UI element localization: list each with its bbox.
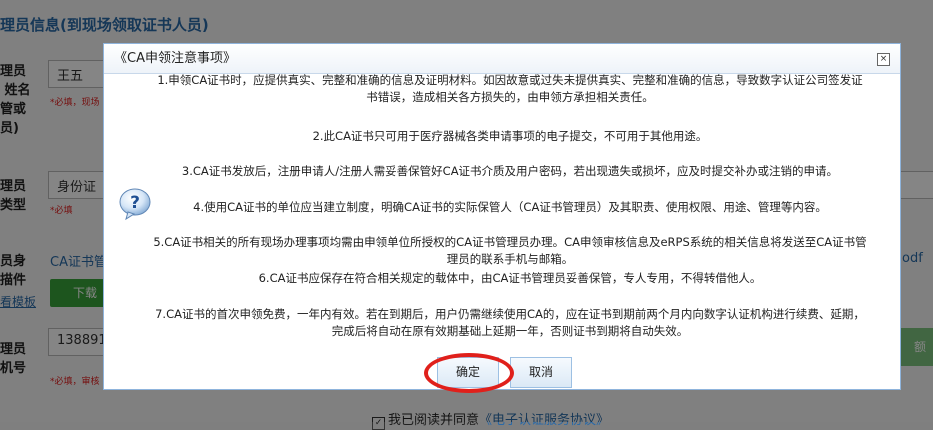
notice-item-2: 2.此CA证书只可用于医疗器械各类申请事项的电子提交，不可用于其他用途。 (312, 129, 708, 143)
ca-notice-dialog: 《CA申领注意事项》 × ? 1.申领CA证书时，应提供真实、完整和准确的信息及… (103, 43, 901, 393)
notice-item-1: 1.申领CA证书时，应提供真实、完整和准确的信息及证明材料。如因故意或过失未提供… (157, 73, 863, 104)
dialog-title: 《CA申领注意事项》 (114, 51, 236, 66)
svg-text:?: ? (130, 193, 140, 213)
dialog-title-bar: 《CA申领注意事项》 × (104, 44, 900, 74)
notice-item-6: 6.CA证书应保存在符合相关规定的载体中，由CA证书管理员妥善保管，专人专用，不… (258, 271, 762, 285)
close-icon[interactable]: × (877, 53, 890, 66)
notice-item-3: 3.CA证书发放后，注册申请人/注册人需妥善保管好CA证书介质及用户密码，若出现… (181, 164, 839, 178)
question-icon: ? (119, 188, 151, 221)
notice-item-4: 4.使用CA证书的单位应当建立制度，明确CA证书的实际保管人（CA证书管理员）及… (193, 200, 827, 214)
notice-item-5: 5.CA证书相关的所有现场办理事项均需由申领单位所授权的CA证书管理员办理。CA… (153, 235, 867, 266)
confirm-highlight-circle (424, 353, 514, 393)
cancel-button[interactable]: 取消 (510, 357, 572, 388)
notice-item-7: 7.CA证书的首次申领免费，一年内有效。若在到期后，用户仍需继续使用CA的，应在… (155, 307, 865, 338)
